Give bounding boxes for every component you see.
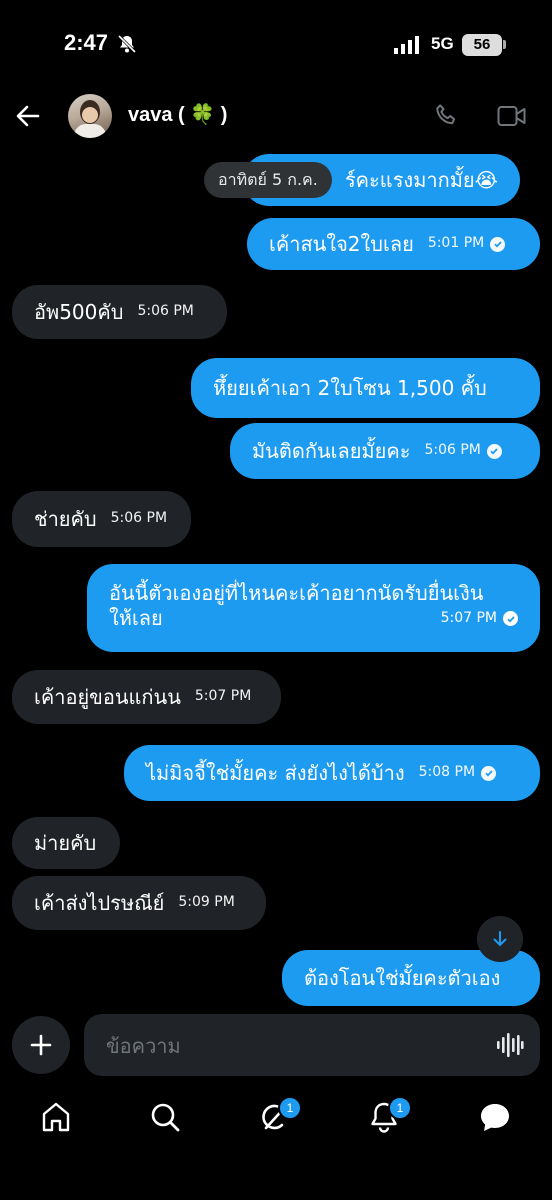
status-time: 2:47 xyxy=(64,30,109,55)
message-meta: 5:08 PM xyxy=(418,762,497,784)
message-text: ต้องโอนใช่มั้ยคะตัวเอง xyxy=(304,965,501,990)
message-bubble-incoming[interactable]: เค้าอยู่ขอนแก่นน 5:07 PM xyxy=(12,670,281,724)
message-bubble-outgoing[interactable]: มันติดกันเลยมั้ยคะ 5:06 PM xyxy=(230,423,540,479)
grok-badge: 1 xyxy=(278,1096,302,1120)
plus-icon xyxy=(30,1034,52,1056)
chat-bubble-icon xyxy=(481,1104,509,1131)
avatar[interactable] xyxy=(68,94,112,138)
arrow-down-icon xyxy=(493,931,507,947)
nav-notifications[interactable]: 1 xyxy=(368,1096,412,1138)
read-check-icon xyxy=(503,611,518,626)
message-bubble-incoming[interactable]: อัพ500คับ 5:06 PM xyxy=(12,285,227,339)
message-meta: 5:01 PM xyxy=(427,233,506,255)
scroll-to-bottom-button[interactable] xyxy=(477,916,523,962)
message-text: มันติดกันเลยมั้ยคะ xyxy=(252,438,411,463)
message-text: หึ้ยยเค้าเอา 2ใบโซน 1,500 คั้บ xyxy=(213,375,487,400)
back-arrow-icon[interactable] xyxy=(14,102,42,134)
nav-home[interactable] xyxy=(40,1100,72,1138)
message-bubble-incoming[interactable]: ม่ายคับ xyxy=(12,817,120,869)
bell-muted-icon xyxy=(117,34,137,58)
message-time: 5:06 PM xyxy=(424,442,481,459)
message-bubble-incoming[interactable]: เค้าส่งไปรษณีย์ 5:09 PM xyxy=(12,876,266,930)
message-time: 5:06 PM xyxy=(137,303,194,320)
video-call-icon[interactable] xyxy=(497,104,527,132)
message-time: 5:09 PM xyxy=(178,894,235,911)
message-text: ช่ายคับ xyxy=(34,506,97,531)
nav-search[interactable] xyxy=(149,1100,181,1138)
contact-name[interactable]: vava ( 🍀 ) xyxy=(128,102,227,127)
battery-icon xyxy=(503,40,506,49)
message-text: เค้าอยู่ขอนแก่นน xyxy=(34,684,181,709)
home-icon xyxy=(42,1102,70,1132)
attach-plus-button[interactable] xyxy=(12,1016,70,1074)
message-meta: 5:06 PM xyxy=(424,440,502,462)
message-text: อัพ500คับ xyxy=(34,299,124,324)
message-text: ไม่มิจจี้ใช่มั้ยคะ ส่งยังไงได้บ้าง xyxy=(146,760,405,785)
read-check-icon xyxy=(486,443,502,459)
message-time: 5:07 PM xyxy=(194,688,252,705)
message-text: เค้าสนใจ2ใบเลย xyxy=(269,231,414,256)
read-check-icon xyxy=(481,765,497,781)
message-text: เค้าส่งไปรษณีย์ xyxy=(34,890,165,915)
message-time: 5:01 PM xyxy=(427,235,485,252)
message-meta: ให้เลย 5:07 PM xyxy=(109,603,518,634)
message-time: 5:08 PM xyxy=(418,764,476,781)
date-divider: อาทิตย์ 5 ก.ค. xyxy=(204,162,332,198)
search-icon xyxy=(151,1103,180,1132)
message-input[interactable] xyxy=(104,1014,488,1078)
phone-icon[interactable] xyxy=(432,101,462,135)
nav-grok[interactable]: 1 xyxy=(258,1096,302,1138)
message-time: 5:07 PM xyxy=(440,609,497,626)
message-time: 5:06 PM xyxy=(110,510,168,527)
signal-icon xyxy=(394,36,422,58)
message-text: ม่ายคับ xyxy=(34,830,97,855)
network-type: 5G xyxy=(431,34,454,53)
battery-level: 56 xyxy=(462,34,502,56)
message-text-line: ให้เลย xyxy=(109,606,163,630)
voice-message-icon[interactable] xyxy=(496,1032,524,1058)
message-bubble-outgoing[interactable]: หึ้ยยเค้าเอา 2ใบโซน 1,500 คั้บ xyxy=(191,358,540,418)
notifications-badge: 1 xyxy=(388,1096,412,1120)
message-bubble-outgoing[interactable]: เค้าสนใจ2ใบเลย 5:01 PM xyxy=(247,218,540,270)
nav-messages[interactable] xyxy=(478,1100,512,1138)
message-bubble-incoming[interactable]: ช่ายคับ 5:06 PM xyxy=(12,491,191,547)
message-input-container xyxy=(84,1014,540,1078)
message-text: ร์คะแรงมากมั้ย😭 xyxy=(344,167,498,192)
message-bubble-outgoing[interactable]: ไม่มิจจี้ใช่มั้ยคะ ส่งยังไงได้บ้าง 5:08 … xyxy=(124,745,540,801)
read-check-icon xyxy=(490,236,506,252)
message-bubble-outgoing[interactable]: อันนี้ตัวเองอยู่ที่ไหนคะเค้าอยากนัดรับยื… xyxy=(87,564,540,652)
